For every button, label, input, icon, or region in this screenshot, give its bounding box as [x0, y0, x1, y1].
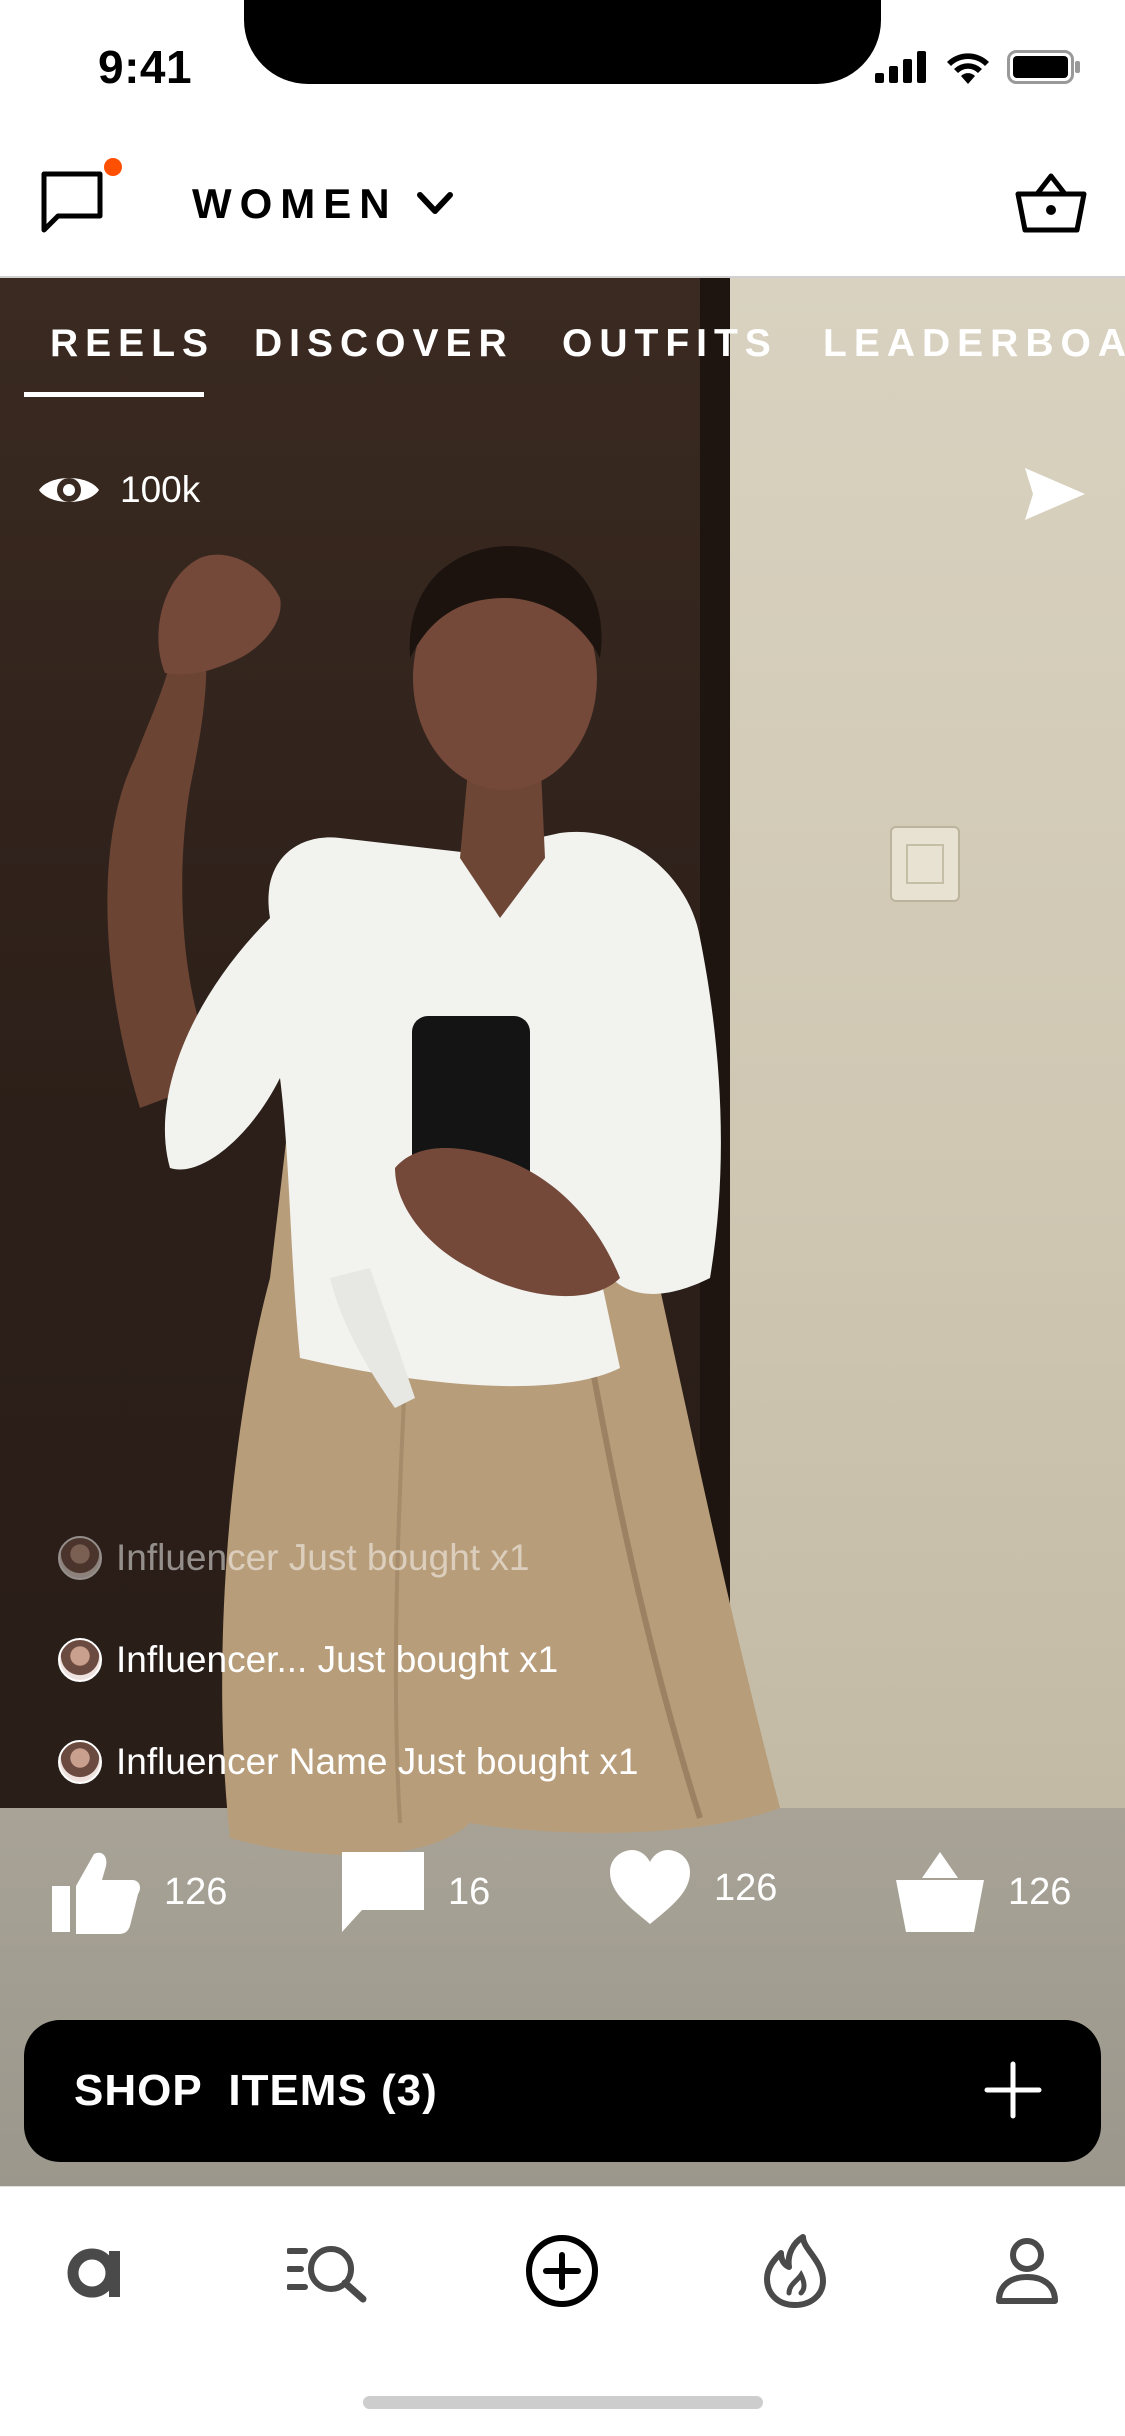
- send-icon: [1025, 468, 1085, 520]
- status-bar: 9:41: [0, 0, 1125, 132]
- cart-button[interactable]: [1015, 170, 1087, 242]
- tab-discover[interactable]: DISCOVER: [254, 322, 514, 366]
- device-notch: [244, 0, 881, 84]
- view-count: 100k: [36, 468, 200, 512]
- status-icons: [875, 50, 1081, 84]
- nav-home[interactable]: [52, 2231, 142, 2311]
- purchase-text: Influencer Just bought x1: [116, 1537, 530, 1578]
- share-button[interactable]: [1023, 466, 1087, 522]
- status-time: 9:41: [98, 41, 193, 93]
- battery-icon: [1007, 50, 1080, 84]
- thumbs-up-icon: [52, 1852, 140, 1934]
- chat-icon: [41, 171, 103, 233]
- views-count: 100k: [120, 469, 201, 510]
- tab-reels[interactable]: REELS: [50, 322, 215, 366]
- eye-icon: [39, 478, 99, 502]
- basket-icon: [1015, 173, 1087, 233]
- chevron-down-icon: [416, 192, 453, 214]
- active-tab-indicator: [24, 392, 204, 397]
- home-indicator: [363, 2396, 763, 2409]
- bottom-navigation: [0, 2186, 1125, 2436]
- shop-items-button[interactable]: SHOP ITEMS (3): [24, 2020, 1101, 2162]
- purchase-notification: Influencer Just bought x1: [58, 1536, 529, 1580]
- content-tabs: REELS DISCOVER OUTFITS LEADERBOARD: [0, 278, 1125, 398]
- gender-selector[interactable]: WOMEN: [192, 180, 454, 228]
- wifi-icon: [947, 53, 989, 84]
- purchase-text: Influencer Name Just bought x1: [116, 1741, 639, 1782]
- brand-a-icon: [67, 2248, 120, 2298]
- flame-icon: [764, 2234, 826, 2308]
- reel-actions: 126 16 126 126: [0, 1850, 1125, 1960]
- reel-video[interactable]: REELS DISCOVER OUTFITS LEADERBOARD 100k …: [0, 278, 1125, 2186]
- like-button[interactable]: 126: [50, 1850, 227, 1934]
- app-header: WOMEN: [0, 132, 1125, 278]
- nav-search[interactable]: [284, 2231, 374, 2311]
- comments-count: 16: [448, 1870, 491, 1913]
- purchase-notification: Influencer Name Just bought x1: [58, 1740, 638, 1784]
- tab-outfits[interactable]: OUTFITS: [562, 322, 778, 366]
- basket-count: 126: [1008, 1870, 1072, 1913]
- notification-dot: [104, 158, 122, 176]
- heart-icon: [610, 1850, 690, 1924]
- nav-profile[interactable]: [982, 2231, 1072, 2311]
- profile-icon: [996, 2238, 1058, 2304]
- purchase-text: Influencer... Just bought x1: [116, 1639, 559, 1680]
- search-list-icon: [287, 2246, 367, 2303]
- gender-label: WOMEN: [192, 180, 398, 227]
- favorite-button[interactable]: 126: [608, 1850, 777, 1926]
- nav-trending[interactable]: [750, 2231, 840, 2311]
- add-to-basket-button[interactable]: 126: [894, 1850, 1071, 1934]
- comment-button[interactable]: 16: [340, 1850, 490, 1934]
- basket-icon: [896, 1852, 984, 1932]
- favorites-count: 126: [714, 1866, 778, 1909]
- avatar: [58, 1638, 102, 1682]
- comment-icon: [342, 1852, 424, 1932]
- tab-leaderboard[interactable]: LEADERBOARD: [823, 322, 1125, 366]
- avatar: [58, 1740, 102, 1784]
- purchase-notification: Influencer... Just bought x1: [58, 1638, 558, 1682]
- nav-create[interactable]: [517, 2231, 607, 2311]
- add-circle-icon: [526, 2235, 598, 2307]
- likes-count: 126: [164, 1870, 228, 1913]
- cellular-signal-icon: [875, 51, 926, 83]
- shop-items-label: SHOP ITEMS (3): [74, 2066, 438, 2115]
- avatar: [58, 1536, 102, 1580]
- plus-icon: [984, 2061, 1042, 2119]
